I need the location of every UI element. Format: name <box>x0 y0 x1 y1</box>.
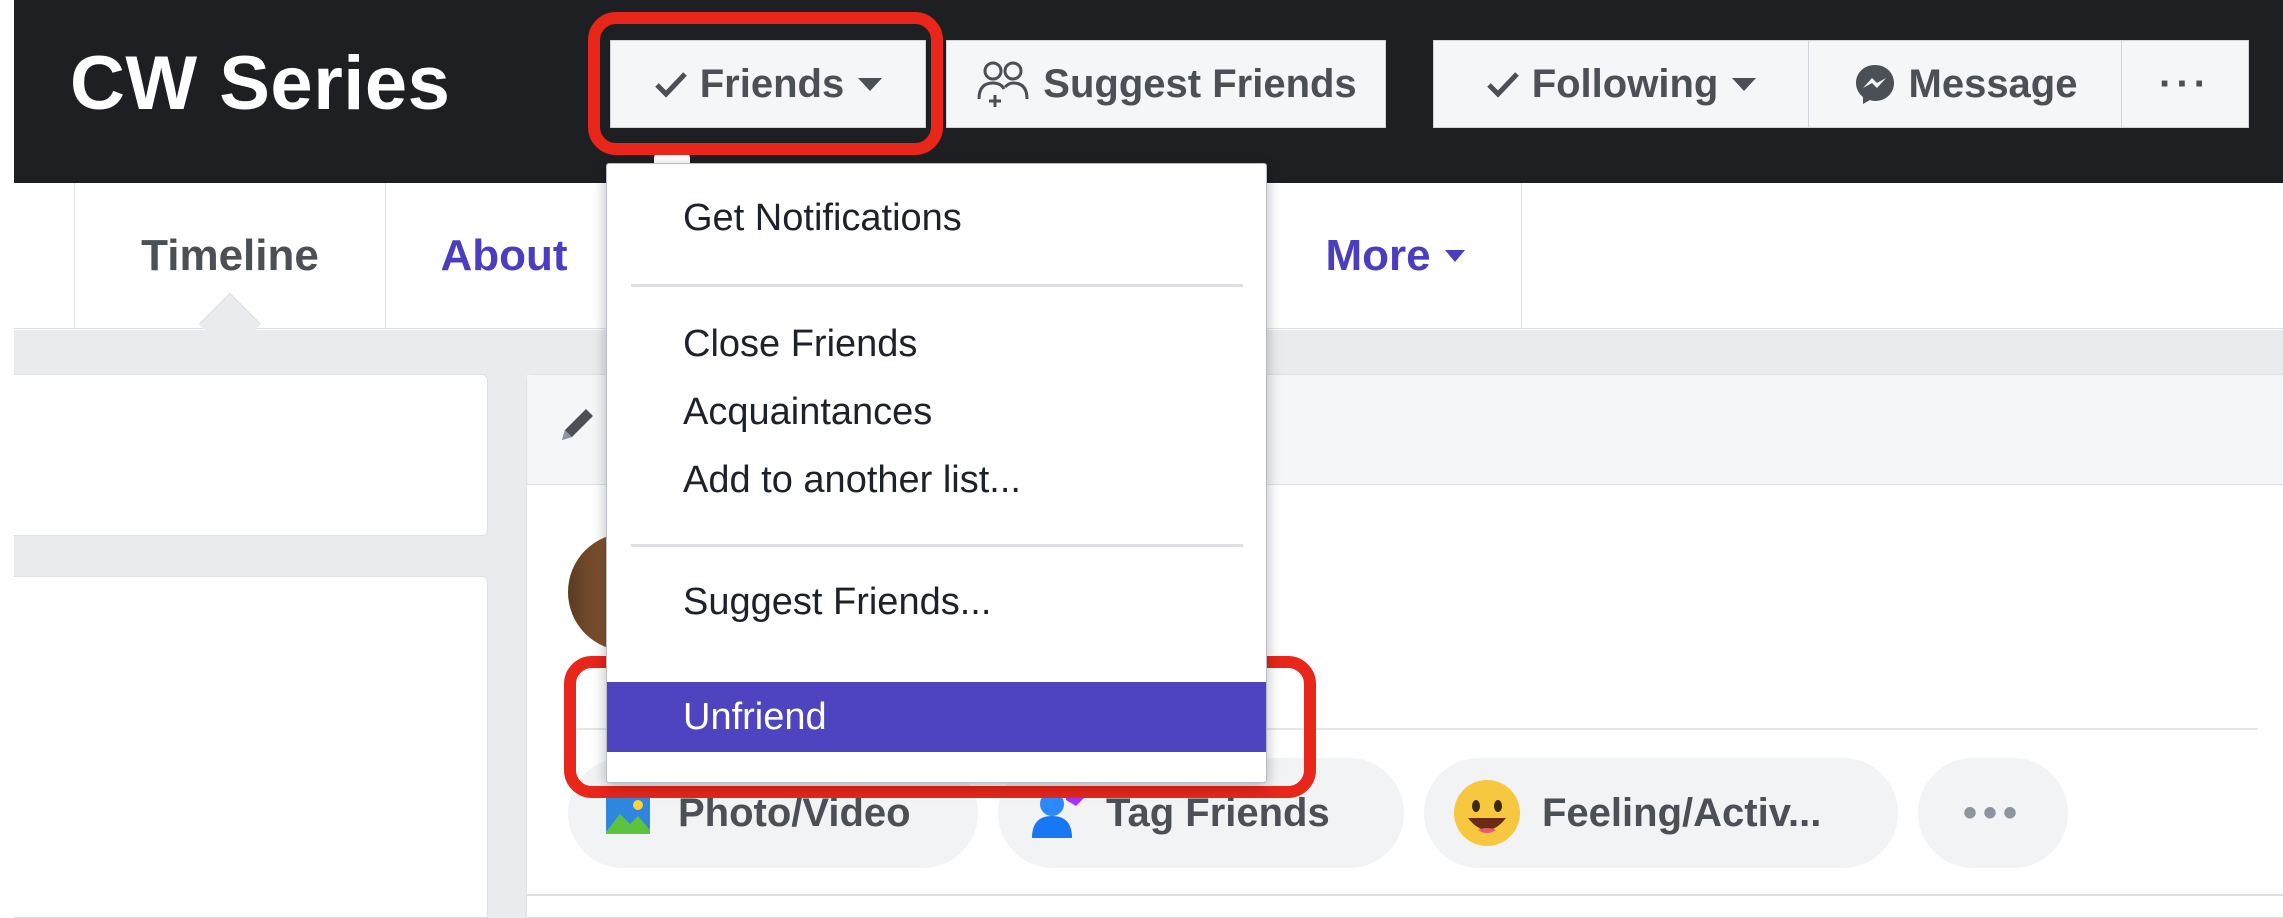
feeling-activity-button[interactable]: Feeling/Activ... <box>1424 758 1898 868</box>
people-add-icon <box>975 59 1031 109</box>
messenger-icon <box>1853 62 1897 106</box>
smiley-icon <box>1452 778 1522 848</box>
following-button-label: Following <box>1531 61 1719 106</box>
highlight-annotation-friends <box>588 12 943 155</box>
pencil-icon <box>556 400 596 450</box>
menu-divider <box>631 544 1243 547</box>
menu-divider <box>631 284 1243 287</box>
message-button[interactable]: Message <box>1808 40 2121 128</box>
suggest-friends-button[interactable]: Suggest Friends <box>946 40 1386 128</box>
menu-item-acquaintances[interactable]: Acquaintances <box>607 384 1266 440</box>
tab-more-label: More <box>1325 231 1431 280</box>
left-sidebar-card <box>14 576 488 918</box>
menu-item-add-to-list[interactable]: Add to another list... <box>607 452 1266 508</box>
left-sidebar-card <box>14 374 488 536</box>
chevron-down-icon <box>1732 77 1757 91</box>
more-options-button[interactable]: ··· <box>2121 40 2249 128</box>
checkmark-icon <box>1486 69 1520 99</box>
message-button-label: Message <box>1908 61 2078 106</box>
friends-dropdown-menu: Get Notifications Close Friends Acquaint… <box>606 163 1267 783</box>
following-button[interactable]: Following <box>1433 40 1808 128</box>
menu-item-unfriend[interactable]: Unfriend <box>607 682 1266 752</box>
divider <box>527 894 2283 896</box>
more-actions-button[interactable]: ••• <box>1918 758 2068 868</box>
tab-more[interactable]: More <box>1269 183 1522 329</box>
chevron-down-icon <box>1444 250 1465 262</box>
suggest-friends-label: Suggest Friends <box>1043 61 1357 106</box>
feeling-activity-label: Feeling/Activ... <box>1542 790 1822 835</box>
tab-about[interactable]: About <box>384 183 624 329</box>
menu-item-get-notifications[interactable]: Get Notifications <box>607 190 1266 246</box>
page-title: CW Series <box>70 41 451 126</box>
menu-item-close-friends[interactable]: Close Friends <box>607 316 1266 372</box>
menu-item-suggest-friends[interactable]: Suggest Friends... <box>607 574 1266 630</box>
